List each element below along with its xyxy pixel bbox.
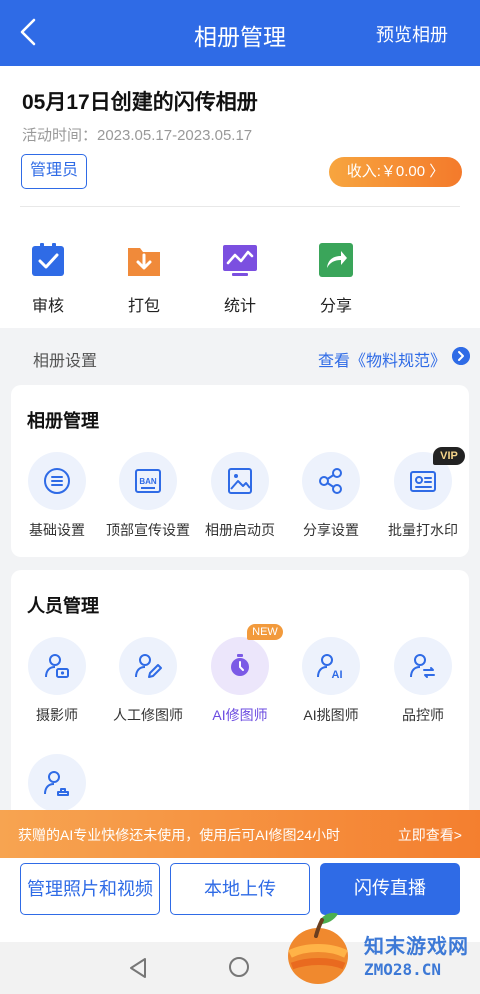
staff-label: 人工修图师: [113, 707, 183, 723]
photographer-icon: [45, 654, 69, 678]
list-icon: [44, 468, 70, 494]
staff-photographer[interactable]: 摄影师: [9, 637, 105, 725]
quick-action-stats[interactable]: 统计: [215, 242, 265, 316]
svg-text:AI: AI: [332, 669, 343, 681]
tool-banner-settings[interactable]: BAN 顶部宣传设置: [100, 452, 196, 540]
tool-launch-page[interactable]: 相册启动页: [192, 452, 288, 540]
quick-action-label: 打包: [127, 298, 160, 315]
material-spec-link[interactable]: 查看《物料规范》: [318, 347, 446, 371]
quick-action-share[interactable]: 分享: [311, 242, 361, 316]
quick-action-label: 统计: [223, 298, 256, 315]
chevron-right-icon[interactable]: [452, 347, 470, 365]
watermark-domain: ZMO28.CN: [364, 960, 442, 979]
chart-monitor-icon: [223, 245, 257, 276]
preview-album-link[interactable]: 预览相册: [376, 21, 448, 47]
share-nodes-icon: [319, 468, 342, 494]
panel-title: 人员管理: [27, 596, 99, 616]
manage-media-button[interactable]: 管理照片和视频: [20, 863, 160, 915]
clipboard-check-icon: [32, 243, 64, 276]
role-badge: 管理员: [21, 154, 88, 189]
nav-home-icon[interactable]: [229, 957, 249, 977]
staff-management-panel: 人员管理 摄影师 人工修图师 AI修图师 AI AI挑图师 品控师: [11, 570, 469, 830]
watermark-icon: [410, 471, 436, 492]
staff-add-person[interactable]: [9, 754, 105, 812]
tool-basic-settings[interactable]: 基础设置: [9, 452, 105, 540]
settings-label: 相册设置: [33, 353, 98, 370]
staff-label: AI挑图师: [303, 707, 359, 723]
quality-control-icon: [410, 654, 435, 678]
divider: [20, 206, 460, 207]
staff-manual-retoucher[interactable]: 人工修图师: [100, 637, 196, 725]
tool-label: 相册启动页: [205, 522, 275, 538]
tool-label: 分享设置: [303, 522, 359, 538]
watermark-name: 知末游戏网: [364, 936, 469, 958]
banner-icon: BAN: [135, 469, 161, 493]
tool-label: 批量打水印: [388, 522, 458, 538]
quick-action-label: 分享: [319, 298, 352, 315]
tool-label: 顶部宣传设置: [106, 522, 190, 538]
folder-download-icon: [128, 248, 160, 276]
quick-action-pack[interactable]: 打包: [119, 242, 169, 316]
staff-ai-picker[interactable]: AI AI挑图师: [283, 637, 379, 725]
promo-message: 获赠的AI专业快修还未使用，使用后可AI修图24小时: [18, 827, 341, 843]
image-icon: [228, 468, 252, 494]
activity-time: 活动时间：2023.05.17-2023.05.17: [22, 127, 253, 144]
album-info-card: 05月17日创建的闪传相册 活动时间：2023.05.17-2023.05.17…: [0, 66, 480, 328]
vip-badge: VIP: [433, 447, 465, 465]
ai-picker-icon: AI: [317, 654, 343, 681]
new-badge: NEW: [247, 624, 283, 640]
quick-action-review[interactable]: 审核: [23, 242, 73, 316]
settings-bar: 相册设置 查看《物料规范》: [0, 328, 480, 384]
album-title: 05月17日创建的闪传相册: [22, 91, 258, 114]
staff-label: 品控师: [402, 707, 444, 723]
staff-quality-control[interactable]: 品控师: [375, 637, 471, 725]
promo-banner[interactable]: 获赠的AI专业快修还未使用，使用后可AI修图24小时 立即查看>: [0, 810, 480, 858]
panel-title: 相册管理: [27, 411, 99, 431]
tool-batch-watermark[interactable]: 批量打水印: [375, 452, 471, 540]
tool-share-settings[interactable]: 分享设置: [283, 452, 379, 540]
album-management-panel: 相册管理 基础设置 BAN 顶部宣传设置 相册启动页 分享设置 批量打水印: [11, 385, 469, 557]
ai-timer-icon: [231, 654, 249, 676]
share-arrow-icon: [319, 243, 353, 277]
tool-label: 基础设置: [29, 522, 85, 538]
site-watermark: 知末游戏网 ZMO28.CN: [276, 906, 476, 990]
person-stamp-icon: [44, 771, 69, 796]
quick-action-label: 审核: [31, 298, 64, 315]
income-button[interactable]: 收入:￥0.00 〉: [329, 157, 462, 187]
nav-back-icon[interactable]: [128, 957, 148, 979]
retoucher-pen-icon: [135, 654, 162, 678]
promo-view-now-link[interactable]: 立即查看>: [398, 825, 462, 845]
app-header: 相册管理 预览相册: [0, 0, 480, 66]
apple-logo-icon: [288, 912, 348, 984]
staff-label: 摄影师: [36, 707, 78, 723]
staff-ai-retoucher[interactable]: AI修图师: [192, 637, 288, 725]
staff-label: AI修图师: [212, 707, 268, 723]
svg-text:BAN: BAN: [139, 477, 157, 486]
